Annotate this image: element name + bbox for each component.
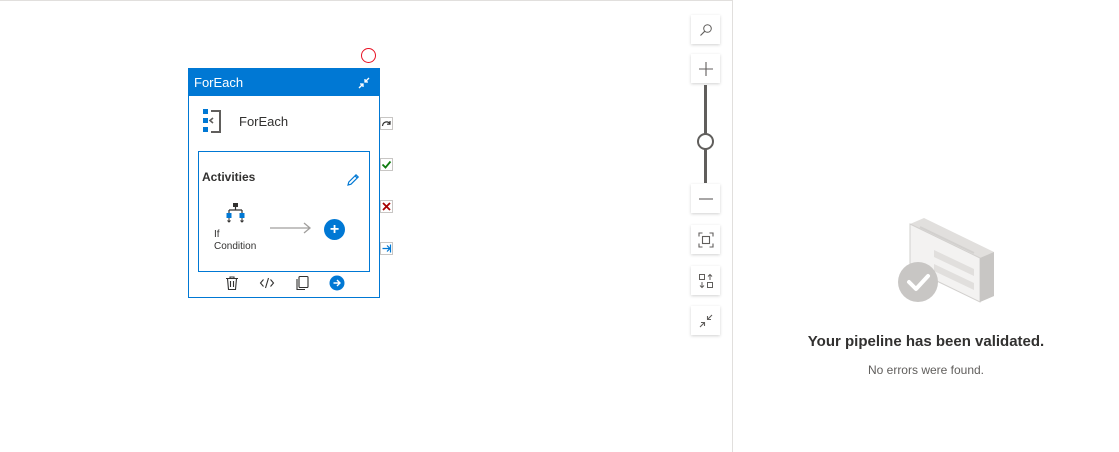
add-activity-button[interactable]: + bbox=[324, 219, 345, 240]
edit-icon[interactable] bbox=[345, 172, 361, 188]
failure-icon bbox=[382, 202, 391, 211]
zoom-in-button[interactable] bbox=[691, 54, 720, 83]
if-condition-icon[interactable] bbox=[225, 202, 247, 224]
add-icon: + bbox=[329, 220, 340, 238]
zoom-out-icon bbox=[698, 197, 713, 200]
collapse-icon[interactable] bbox=[355, 74, 373, 92]
activities-title: Activities bbox=[202, 170, 256, 184]
failure-handle[interactable] bbox=[380, 200, 393, 213]
foreach-icon bbox=[201, 106, 227, 136]
validation-title: Your pipeline has been validated. bbox=[807, 333, 1045, 350]
if-condition-label: If Condition bbox=[214, 229, 257, 252]
connector-arrow bbox=[269, 221, 313, 235]
navigate-button[interactable] bbox=[328, 274, 346, 292]
navigate-icon bbox=[329, 275, 344, 291]
delete-button[interactable] bbox=[223, 274, 241, 292]
completion-icon bbox=[382, 244, 392, 253]
fit-to-screen-button[interactable] bbox=[691, 225, 720, 254]
skip-handle[interactable] bbox=[380, 117, 393, 130]
activity-type-label: ForEach bbox=[239, 113, 289, 129]
auto-align-icon bbox=[698, 273, 713, 288]
copy-button[interactable] bbox=[293, 274, 311, 292]
activity-header[interactable]: ForEach bbox=[189, 69, 379, 96]
completion-handle[interactable] bbox=[380, 242, 393, 255]
activities-container[interactable]: Activities If Condition + bbox=[198, 151, 370, 272]
validated-illustration bbox=[898, 214, 998, 314]
activity-header-title: ForEach bbox=[194, 75, 244, 90]
skip-icon bbox=[381, 121, 391, 127]
copy-icon bbox=[295, 275, 309, 291]
validation-subtitle: No errors were found. bbox=[867, 363, 985, 377]
search-icon bbox=[699, 23, 712, 36]
fit-to-screen-icon bbox=[697, 231, 714, 248]
pipeline-canvas[interactable]: ForEach ForEach Activities If Condition … bbox=[0, 0, 732, 452]
collapse-all-icon bbox=[699, 314, 712, 327]
collapse-all-button[interactable] bbox=[691, 306, 720, 335]
auto-align-button[interactable] bbox=[691, 266, 720, 295]
success-handle[interactable] bbox=[380, 158, 393, 171]
foreach-activity[interactable]: ForEach ForEach Activities If Condition … bbox=[188, 68, 380, 298]
activity-actions bbox=[189, 269, 379, 297]
zoom-out-button[interactable] bbox=[691, 184, 720, 213]
search-button[interactable] bbox=[691, 15, 720, 44]
success-icon bbox=[381, 160, 392, 169]
zoom-in-icon bbox=[698, 61, 713, 76]
zoom-slider-thumb[interactable] bbox=[697, 133, 714, 150]
code-button[interactable] bbox=[258, 274, 276, 292]
breakpoint-marker[interactable] bbox=[361, 48, 376, 63]
code-icon bbox=[259, 277, 274, 289]
activity-type-row: ForEach bbox=[189, 96, 379, 146]
validation-panel: Your pipeline has been validated. No err… bbox=[733, 0, 1119, 452]
delete-icon bbox=[225, 276, 238, 291]
